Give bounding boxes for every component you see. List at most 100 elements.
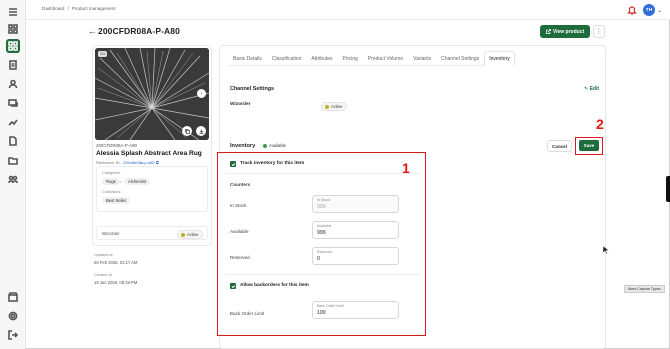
wizorder-row: Wizorder Active bbox=[96, 226, 208, 240]
categories-label: Categories bbox=[102, 171, 121, 175]
status-text: Active bbox=[187, 232, 199, 237]
mouse-cursor-icon bbox=[603, 246, 609, 254]
in-stock-value: 999 bbox=[317, 204, 326, 210]
collection-chip[interactable]: Best Seller bbox=[102, 197, 131, 204]
inventory-form-highlight: Track inventory for this item Counters I… bbox=[217, 152, 426, 336]
backorder-limit-field-label: Back Order Limit bbox=[317, 304, 344, 308]
analytics-icon[interactable] bbox=[6, 115, 20, 129]
tab-product-volume[interactable]: Product Volume bbox=[363, 51, 408, 66]
tab-inventory[interactable]: Inventory bbox=[484, 51, 515, 66]
notification-bell-icon[interactable] bbox=[627, 5, 637, 15]
updated-label: Updated at bbox=[94, 253, 113, 257]
check-icon bbox=[231, 284, 235, 288]
copy-icon[interactable]: ⧉ bbox=[156, 160, 159, 165]
tab-basic-details[interactable]: Basic Details bbox=[228, 51, 267, 66]
copy-image-icon[interactable] bbox=[182, 126, 192, 136]
tab-attributes[interactable]: Attributes bbox=[306, 51, 337, 66]
counters-heading: Counters bbox=[230, 182, 251, 187]
tab-classification[interactable]: Classification bbox=[267, 51, 306, 66]
wizorder-label: Wizorder bbox=[102, 231, 120, 236]
breadcrumb: Dashboard / Product management bbox=[42, 6, 116, 11]
backorder-limit-value: 100 bbox=[317, 310, 326, 316]
save-button[interactable]: Save bbox=[579, 140, 599, 151]
channel-status-badge: Active bbox=[321, 102, 348, 111]
categories-section: Categories Rugs › Alchemist Collections … bbox=[96, 166, 208, 212]
back-arrow-icon[interactable]: ← bbox=[88, 26, 97, 36]
category-chip-alchemist[interactable]: Alchemist bbox=[124, 178, 151, 185]
messages-icon[interactable] bbox=[6, 96, 20, 110]
top-bar: Dashboard / Product management TH ⌄ bbox=[26, 0, 670, 20]
menu-icon[interactable] bbox=[6, 5, 20, 19]
inventory-title: Inventory bbox=[230, 143, 256, 149]
collections-label: Collections bbox=[102, 190, 121, 194]
external-link-icon bbox=[545, 29, 551, 34]
reserved-input[interactable]: Reserved 0 bbox=[312, 247, 399, 265]
product-name: Alessia Splash Abstract Area Rug bbox=[96, 150, 202, 157]
store-icon[interactable] bbox=[6, 290, 20, 304]
settings-icon[interactable] bbox=[6, 309, 20, 323]
orders-icon[interactable] bbox=[6, 58, 20, 72]
available-input[interactable]: Available 999 bbox=[312, 221, 399, 239]
tab-variants[interactable]: Variants bbox=[408, 51, 436, 66]
customers-icon[interactable] bbox=[6, 77, 20, 91]
sidebar bbox=[0, 0, 26, 349]
edit-icon: ✎ bbox=[584, 86, 589, 92]
breadcrumb-current: Product management bbox=[71, 6, 116, 11]
channel-wizorder-label: Wizorder bbox=[230, 102, 251, 107]
team-icon[interactable] bbox=[6, 172, 20, 186]
status-badge: Active bbox=[177, 230, 204, 239]
available-value: 999 bbox=[317, 230, 326, 236]
channel-settings-title: Channel Settings bbox=[230, 86, 275, 92]
breadcrumb-root[interactable]: Dashboard bbox=[42, 6, 64, 11]
tab-bar: Basic Details Classification Attributes … bbox=[228, 51, 515, 66]
created-label: Created at bbox=[94, 273, 112, 277]
logout-icon[interactable] bbox=[6, 328, 20, 342]
annotation-number-2: 2 bbox=[596, 116, 604, 132]
tooltip: More Capture Types bbox=[624, 285, 665, 293]
document-icon[interactable] bbox=[6, 134, 20, 148]
reserved-value: 0 bbox=[317, 256, 320, 262]
in-stock-field: In Stock 999 bbox=[312, 195, 399, 213]
dashboard-icon[interactable] bbox=[6, 22, 20, 36]
product-sku: 200CFDR08A-P-A80 bbox=[96, 143, 137, 148]
rug-image bbox=[95, 48, 209, 140]
updated-value: 26 Feb 2026, 01:17 AM bbox=[94, 260, 138, 265]
folder-icon[interactable] bbox=[6, 153, 20, 167]
reference-id-label: Reference ID - bbox=[96, 160, 123, 165]
annotation-number-1: 1 bbox=[402, 160, 410, 176]
more-options-icon[interactable]: ⋮ bbox=[593, 25, 605, 38]
chevron-right-icon: › bbox=[120, 179, 122, 184]
status-dot bbox=[263, 143, 267, 148]
tab-pricing[interactable]: Pricing bbox=[338, 51, 363, 66]
side-panel-handle[interactable] bbox=[666, 176, 670, 202]
user-avatar[interactable]: TH bbox=[643, 4, 655, 16]
status-dot bbox=[181, 232, 185, 237]
edit-label: Edit bbox=[589, 86, 600, 92]
inventory-status-badge: Available bbox=[260, 142, 290, 149]
backorder-limit-label: Back Order Limit bbox=[230, 311, 265, 316]
download-icon[interactable] bbox=[196, 126, 206, 136]
view-product-button[interactable]: View product bbox=[540, 25, 590, 38]
chevron-right-icon[interactable]: › bbox=[197, 89, 206, 98]
save-highlight-box: Save bbox=[575, 137, 603, 155]
tab-channel-settings[interactable]: Channel Settings bbox=[436, 51, 484, 66]
inventory-status-text: Available bbox=[269, 143, 286, 148]
product-summary-card: 1/1 › 200CFDR08A-P-A80 Alessia Splash Ab… bbox=[92, 45, 212, 246]
backorder-limit-input[interactable]: Back Order Limit 100 bbox=[312, 301, 399, 319]
category-chip-rugs[interactable]: Rugs bbox=[102, 178, 120, 185]
image-counter: 1/1 bbox=[98, 51, 107, 57]
page-title: 200CFDR08A-P-A80 bbox=[98, 26, 180, 36]
allow-backorders-label: Allow backorders for this item bbox=[240, 283, 309, 288]
available-label: Available bbox=[230, 229, 249, 234]
products-icon[interactable] bbox=[6, 39, 20, 53]
check-icon bbox=[231, 162, 235, 166]
allow-backorders-checkbox[interactable] bbox=[230, 283, 236, 289]
reference-id-value[interactable]: 200cfdr08a-p-a80 bbox=[123, 160, 155, 165]
in-stock-field-label: In Stock bbox=[317, 198, 330, 202]
chevron-down-icon[interactable]: ⌄ bbox=[657, 7, 662, 14]
cancel-button[interactable]: Cancel bbox=[547, 140, 572, 152]
edit-channel-settings-button[interactable]: ✎ Edit bbox=[584, 86, 599, 92]
view-product-label: View product bbox=[552, 28, 585, 35]
track-inventory-checkbox[interactable] bbox=[230, 161, 236, 167]
product-image[interactable]: 1/1 › bbox=[95, 48, 209, 140]
